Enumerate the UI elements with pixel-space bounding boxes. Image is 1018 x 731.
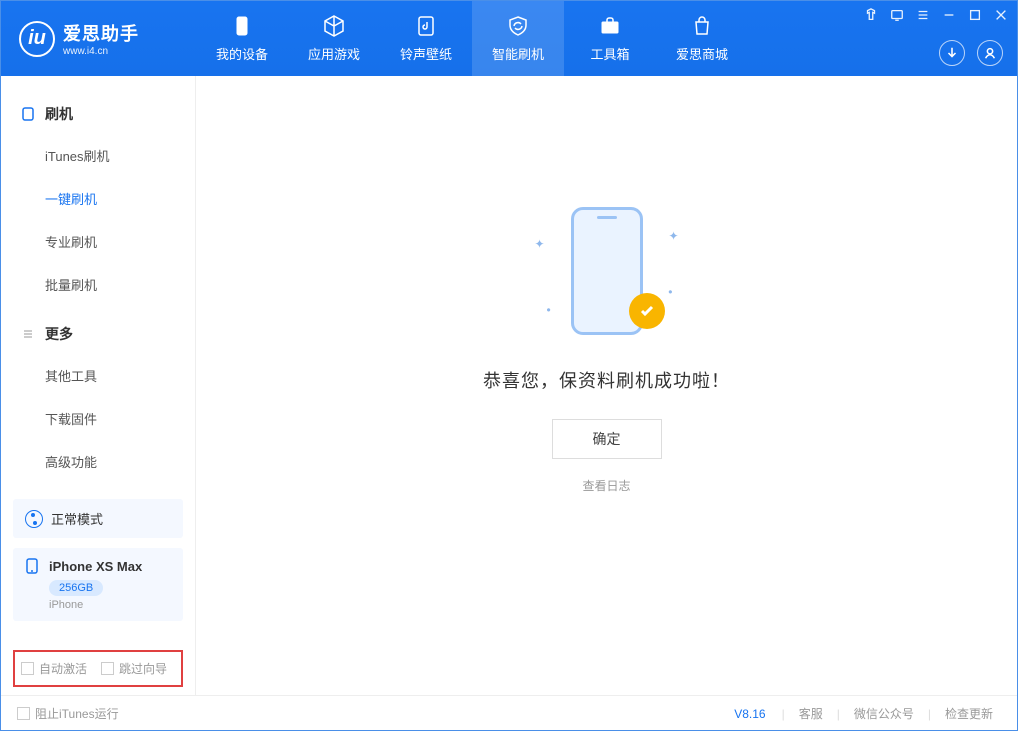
window-controls bbox=[863, 7, 1009, 23]
device-small-icon bbox=[21, 107, 35, 121]
checkbox-icon bbox=[17, 707, 30, 720]
sidebar-item-batch-flash[interactable]: 批量刷机 bbox=[1, 263, 195, 306]
iphone-icon bbox=[25, 558, 41, 574]
mode-icon bbox=[25, 510, 43, 528]
tab-label: 我的设备 bbox=[216, 44, 268, 63]
tab-label: 工具箱 bbox=[590, 44, 629, 63]
app-title: 爱思助手 bbox=[63, 20, 139, 46]
checkbox-label: 跳过向导 bbox=[119, 660, 167, 677]
header-bar: iu 爱思助手 www.i4.cn 我的设备 应用游戏 铃声壁纸 智能刷机 工具… bbox=[1, 1, 1017, 76]
logo-area: iu 爱思助手 www.i4.cn bbox=[1, 20, 196, 57]
app-subtitle: www.i4.cn bbox=[63, 46, 139, 57]
app-logo-icon: iu bbox=[19, 21, 55, 57]
minimize-icon[interactable] bbox=[941, 7, 957, 23]
cube-icon bbox=[322, 14, 346, 38]
sidebar-section-title: 更多 bbox=[45, 324, 73, 344]
sparkle-icon: • bbox=[668, 285, 672, 299]
menu-icon[interactable] bbox=[915, 7, 931, 23]
view-log-link[interactable]: 查看日志 bbox=[582, 477, 630, 494]
feedback-icon[interactable] bbox=[889, 7, 905, 23]
sidebar-item-pro-flash[interactable]: 专业刷机 bbox=[1, 220, 195, 263]
ok-button[interactable]: 确定 bbox=[552, 419, 662, 459]
device-name: iPhone XS Max bbox=[49, 559, 142, 574]
checkbox-label: 阻止iTunes运行 bbox=[35, 705, 119, 722]
footer-link-support[interactable]: 客服 bbox=[791, 705, 831, 722]
sidebar-item-download-firmware[interactable]: 下载固件 bbox=[1, 397, 195, 440]
sidebar-item-other-tools[interactable]: 其他工具 bbox=[1, 354, 195, 397]
sparkle-icon: ✦ bbox=[535, 237, 545, 251]
checkbox-block-itunes[interactable]: 阻止iTunes运行 bbox=[17, 705, 119, 722]
footer: 阻止iTunes运行 V8.16 | 客服 | 微信公众号 | 检查更新 bbox=[1, 695, 1017, 731]
tab-toolbox[interactable]: 工具箱 bbox=[564, 1, 656, 76]
tab-store[interactable]: 爱思商城 bbox=[656, 1, 748, 76]
tab-label: 爱思商城 bbox=[676, 44, 728, 63]
tab-label: 智能刷机 bbox=[492, 44, 544, 63]
tab-label: 铃声壁纸 bbox=[400, 44, 452, 63]
list-icon bbox=[21, 327, 35, 341]
main-content: ✦ ✦ • • 恭喜您，保资料刷机成功啦！ 确定 查看日志 bbox=[196, 76, 1017, 695]
sidebar-section-title: 刷机 bbox=[45, 104, 73, 124]
user-icon[interactable] bbox=[977, 40, 1003, 66]
close-icon[interactable] bbox=[993, 7, 1009, 23]
check-badge-icon bbox=[629, 293, 665, 329]
tab-flash[interactable]: 智能刷机 bbox=[472, 1, 564, 76]
sparkle-icon: ✦ bbox=[668, 229, 678, 243]
device-storage-badge: 256GB bbox=[49, 580, 103, 596]
version-label: V8.16 bbox=[734, 707, 765, 721]
sidebar-item-advanced[interactable]: 高级功能 bbox=[1, 440, 195, 483]
checkbox-label: 自动激活 bbox=[39, 660, 87, 677]
bag-icon bbox=[690, 14, 714, 38]
download-icon[interactable] bbox=[939, 40, 965, 66]
checkbox-skip-guide[interactable]: 跳过向导 bbox=[101, 660, 167, 677]
footer-link-update[interactable]: 检查更新 bbox=[937, 705, 1001, 722]
checkbox-icon bbox=[21, 662, 34, 675]
phone-icon bbox=[230, 14, 254, 38]
checkbox-highlight-area: 自动激活 跳过向导 bbox=[13, 650, 183, 687]
main-tabs: 我的设备 应用游戏 铃声壁纸 智能刷机 工具箱 爱思商城 bbox=[196, 1, 748, 76]
sidebar-item-oneclick-flash[interactable]: 一键刷机 bbox=[1, 177, 195, 220]
sidebar: 刷机 iTunes刷机 一键刷机 专业刷机 批量刷机 更多 其他工具 下载固件 … bbox=[1, 76, 196, 695]
footer-link-wechat[interactable]: 微信公众号 bbox=[846, 705, 922, 722]
tab-my-device[interactable]: 我的设备 bbox=[196, 1, 288, 76]
success-illustration: ✦ ✦ • • bbox=[517, 197, 697, 347]
success-message: 恭喜您，保资料刷机成功啦！ bbox=[483, 367, 730, 393]
mode-card[interactable]: 正常模式 bbox=[13, 499, 183, 538]
sidebar-header-flash: 刷机 bbox=[1, 94, 195, 134]
music-icon bbox=[414, 14, 438, 38]
checkbox-auto-activate[interactable]: 自动激活 bbox=[21, 660, 87, 677]
sparkle-icon: • bbox=[547, 303, 551, 317]
tab-label: 应用游戏 bbox=[308, 44, 360, 63]
tab-apps-games[interactable]: 应用游戏 bbox=[288, 1, 380, 76]
tab-ringtones[interactable]: 铃声壁纸 bbox=[380, 1, 472, 76]
refresh-shield-icon bbox=[506, 14, 530, 38]
checkbox-icon bbox=[101, 662, 114, 675]
sidebar-header-more: 更多 bbox=[1, 314, 195, 354]
sidebar-item-itunes-flash[interactable]: iTunes刷机 bbox=[1, 134, 195, 177]
device-type: iPhone bbox=[49, 599, 171, 611]
maximize-icon[interactable] bbox=[967, 7, 983, 23]
header-actions bbox=[939, 40, 1003, 66]
device-card[interactable]: iPhone XS Max 256GB iPhone bbox=[13, 548, 183, 621]
mode-label: 正常模式 bbox=[51, 509, 103, 528]
skin-icon[interactable] bbox=[863, 7, 879, 23]
briefcase-icon bbox=[598, 14, 622, 38]
